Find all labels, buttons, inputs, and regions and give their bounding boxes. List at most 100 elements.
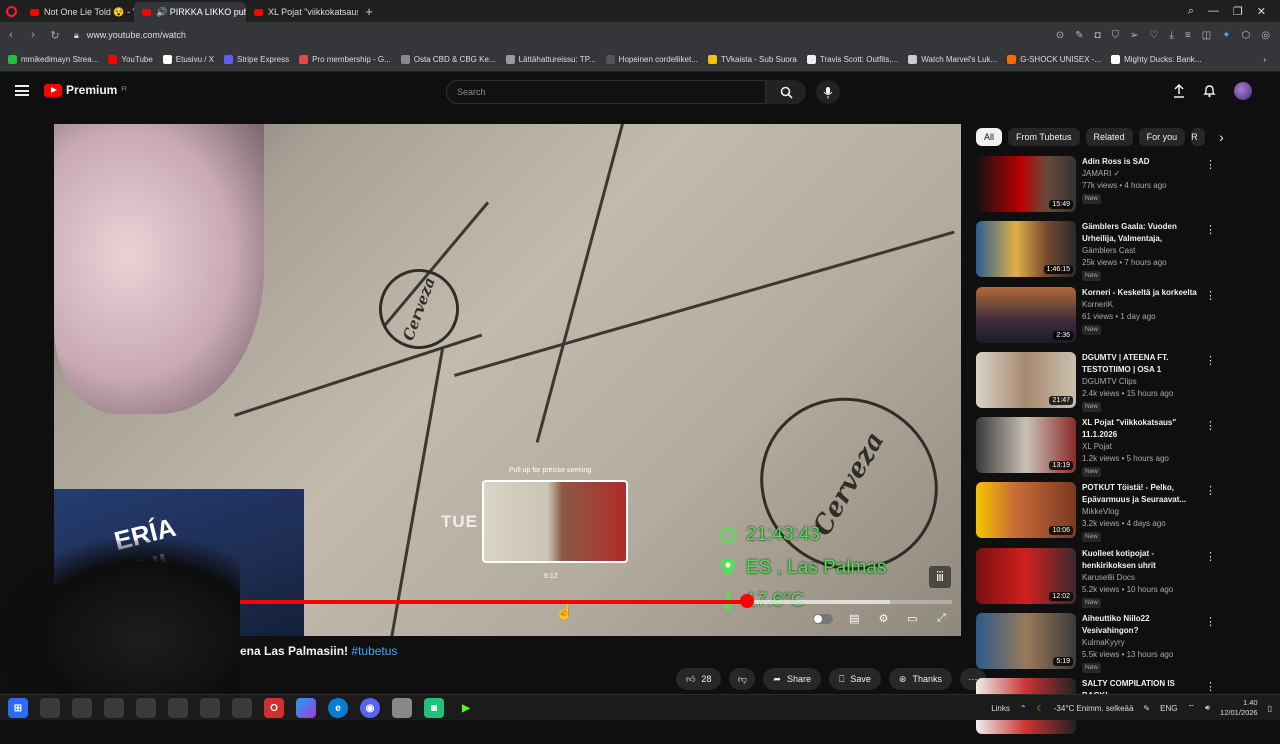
- settings-gear-icon[interactable]: ⚙: [876, 611, 891, 626]
- fullscreen-icon[interactable]: ⤢: [934, 611, 949, 626]
- kebab-menu-icon[interactable]: ⋮: [1205, 158, 1216, 171]
- recommendation-item[interactable]: 13:19 XL Pojat "viikkokatsaus" 11.1.2026 X…: [976, 417, 1224, 482]
- language-indicator[interactable]: ENG: [1160, 704, 1177, 713]
- kebab-menu-icon[interactable]: ⋮: [1205, 223, 1216, 236]
- voice-search-button[interactable]: [816, 80, 840, 104]
- channel-name[interactable]: DGUMTV Clips: [1082, 376, 1202, 388]
- ai-icon[interactable]: ◎: [1261, 30, 1270, 41]
- hashtag-link[interactable]: #tubetus: [351, 644, 397, 658]
- recommendation-item[interactable]: 1:46:15 Gämblers Gaala: Vuoden Urheilija,…: [976, 221, 1224, 286]
- recommendation-item[interactable]: 15:49 Adin Ross is SAD JAMARI ✓ 77k views •…: [976, 156, 1224, 221]
- chip-filter[interactable]: From Tubetus: [1008, 128, 1080, 146]
- search-input[interactable]: Search: [446, 80, 766, 104]
- tab-1[interactable]: Not One Lie Told 😵 - You: [22, 2, 134, 22]
- weather-text[interactable]: -34°C Enimm. selkeää: [1054, 704, 1134, 713]
- hamburger-menu-icon[interactable]: [15, 85, 29, 96]
- recommendation-title[interactable]: Gämblers Gaala: Vuoden Urheilija, Valmen…: [1082, 221, 1202, 245]
- taskview-icon[interactable]: [72, 698, 92, 718]
- recommendation-item[interactable]: 12:02 Kuolleet kotipojat - henkirikoksen …: [976, 547, 1224, 613]
- channel-name[interactable]: KulmaKyyry: [1082, 637, 1202, 649]
- dislike-button[interactable]: 👎︎: [729, 668, 756, 690]
- kebab-menu-icon[interactable]: ⋮: [1205, 289, 1216, 302]
- kebab-menu-icon[interactable]: ⋮: [1205, 680, 1216, 693]
- recommendation-title[interactable]: Korneri - Keskeltä ja korkeelta: [1082, 287, 1202, 299]
- file-explorer-icon[interactable]: [104, 698, 124, 718]
- autoplay-toggle[interactable]: [813, 613, 833, 624]
- discord-icon[interactable]: ◉: [360, 698, 380, 718]
- send-icon[interactable]: ➢: [1130, 30, 1138, 41]
- thanks-button[interactable]: ⊛ Thanks: [888, 668, 952, 690]
- reload-button[interactable]: ↻: [44, 29, 66, 42]
- extension-puzzle-icon[interactable]: ✦: [1222, 30, 1230, 41]
- shield-icon[interactable]: ⛉: [1112, 30, 1120, 41]
- channel-name[interactable]: JAMARI ✓: [1082, 168, 1202, 180]
- upload-icon[interactable]: [1173, 84, 1185, 98]
- channel-name[interactable]: MikkeVlog: [1082, 506, 1202, 518]
- camera-icon[interactable]: ◘: [1095, 30, 1101, 41]
- youtube-logo[interactable]: Premium FI: [44, 83, 127, 97]
- kebab-menu-icon[interactable]: ⋮: [1205, 419, 1216, 432]
- search-button[interactable]: [766, 80, 806, 104]
- bookmark-item[interactable]: Lättähattureissu: TP...: [505, 55, 596, 64]
- back-button[interactable]: ‹: [0, 29, 22, 41]
- channel-name[interactable]: Karusellii Docs: [1082, 572, 1202, 584]
- app-icon[interactable]: [392, 698, 412, 718]
- volume-icon[interactable]: 🔊︎: [1205, 703, 1210, 713]
- video-thumbnail[interactable]: 15:49: [976, 156, 1076, 212]
- bookmark-item[interactable]: Hopeinen cordelliket...: [605, 55, 698, 64]
- recommendation-title[interactable]: Adin Ross is SAD: [1082, 156, 1202, 168]
- kebab-menu-icon[interactable]: ⋮: [1205, 550, 1216, 563]
- mail-icon[interactable]: [136, 698, 156, 718]
- pen-icon[interactable]: ✎: [1143, 704, 1150, 713]
- recommendation-item[interactable]: 10:06 POTKUT Töistä! - Pelko, Epävarmuus …: [976, 482, 1224, 547]
- video-thumbnail[interactable]: 5:19: [976, 613, 1076, 670]
- video-thumbnail[interactable]: 1:46:15: [976, 221, 1076, 278]
- recommendation-title[interactable]: XL Pojat "viikkokatsaus" 11.1.2026: [1082, 417, 1202, 441]
- store-icon[interactable]: [200, 698, 220, 718]
- chip-filter[interactable]: For you: [1138, 128, 1186, 146]
- heart-icon[interactable]: ♡: [1149, 30, 1158, 41]
- maximize-button[interactable]: ❐: [1233, 5, 1243, 18]
- new-tab-button[interactable]: +: [358, 4, 380, 19]
- recommendation-item[interactable]: 21:47 DGUMTV | ATEENA FT. TESTOTIIMO | OS…: [976, 351, 1224, 417]
- bookmark-item[interactable]: TVkaista - Sub Suora: [707, 55, 797, 64]
- channel-name[interactable]: Gämblers Cast: [1082, 245, 1202, 257]
- links-toolbar[interactable]: Links: [991, 704, 1010, 713]
- recommendation-item[interactable]: 5:19 Aiheuttiko Niilo22 Vesivahingon? Kulm…: [976, 613, 1224, 678]
- network-icon[interactable]: ⌔: [1187, 703, 1195, 713]
- bookmark-item[interactable]: YouTube: [108, 55, 153, 64]
- box-icon[interactable]: ⬡: [1242, 30, 1251, 41]
- save-button[interactable]: ⎕ Save: [829, 668, 881, 690]
- recommendation-title[interactable]: DGUMTV | ATEENA FT. TESTOTIIMO | OSA 1: [1082, 352, 1202, 376]
- copilot-icon[interactable]: [296, 698, 316, 718]
- like-button[interactable]: 👍︎ 28: [676, 668, 722, 690]
- bookmark-item[interactable]: Stripe Express: [224, 55, 289, 64]
- bookmark-item[interactable]: Watch Marvel's Luk...: [908, 55, 997, 64]
- download-icon[interactable]: ⤓: [1169, 30, 1173, 41]
- chevron-right-icon[interactable]: ›: [1219, 129, 1224, 145]
- tab-3[interactable]: XL Pojat "viikkokatsaus" 1: [246, 2, 358, 22]
- menu-lines-icon[interactable]: ≡: [1185, 30, 1191, 41]
- chip-filter[interactable]: R: [1191, 128, 1206, 146]
- bookmark-item[interactable]: Osta CBD & CBG Ke...: [400, 55, 496, 64]
- video-thumbnail[interactable]: 2:36: [976, 286, 1076, 343]
- lens-icon[interactable]: ⊙: [1056, 30, 1064, 41]
- opera-taskbar-icon[interactable]: O: [264, 698, 284, 718]
- avatar[interactable]: [1234, 82, 1252, 100]
- channel-name[interactable]: KorneriK: [1082, 299, 1202, 311]
- bookmark-item[interactable]: mmikedimayn Strea...: [8, 55, 98, 64]
- kebab-menu-icon[interactable]: ⋮: [1205, 354, 1216, 367]
- start-button[interactable]: ⊞: [8, 698, 28, 718]
- chevron-up-icon[interactable]: ⌃: [1020, 704, 1027, 713]
- subtitles-icon[interactable]: ▤: [847, 611, 862, 626]
- app-icon[interactable]: ◙: [424, 698, 444, 718]
- bookmarks-overflow-icon[interactable]: ›: [1263, 55, 1266, 64]
- edit-icon[interactable]: ✎: [1075, 30, 1083, 41]
- close-window-button[interactable]: ✕: [1257, 5, 1266, 18]
- kick-icon[interactable]: ▶: [456, 698, 476, 718]
- notifications-icon[interactable]: ▯: [1268, 704, 1272, 713]
- app-icon[interactable]: [232, 698, 252, 718]
- settings-taskbar-icon[interactable]: [168, 698, 188, 718]
- search-taskbar-icon[interactable]: [40, 698, 60, 718]
- url-field[interactable]: 🔒︎ www.youtube.com/watch: [74, 30, 186, 41]
